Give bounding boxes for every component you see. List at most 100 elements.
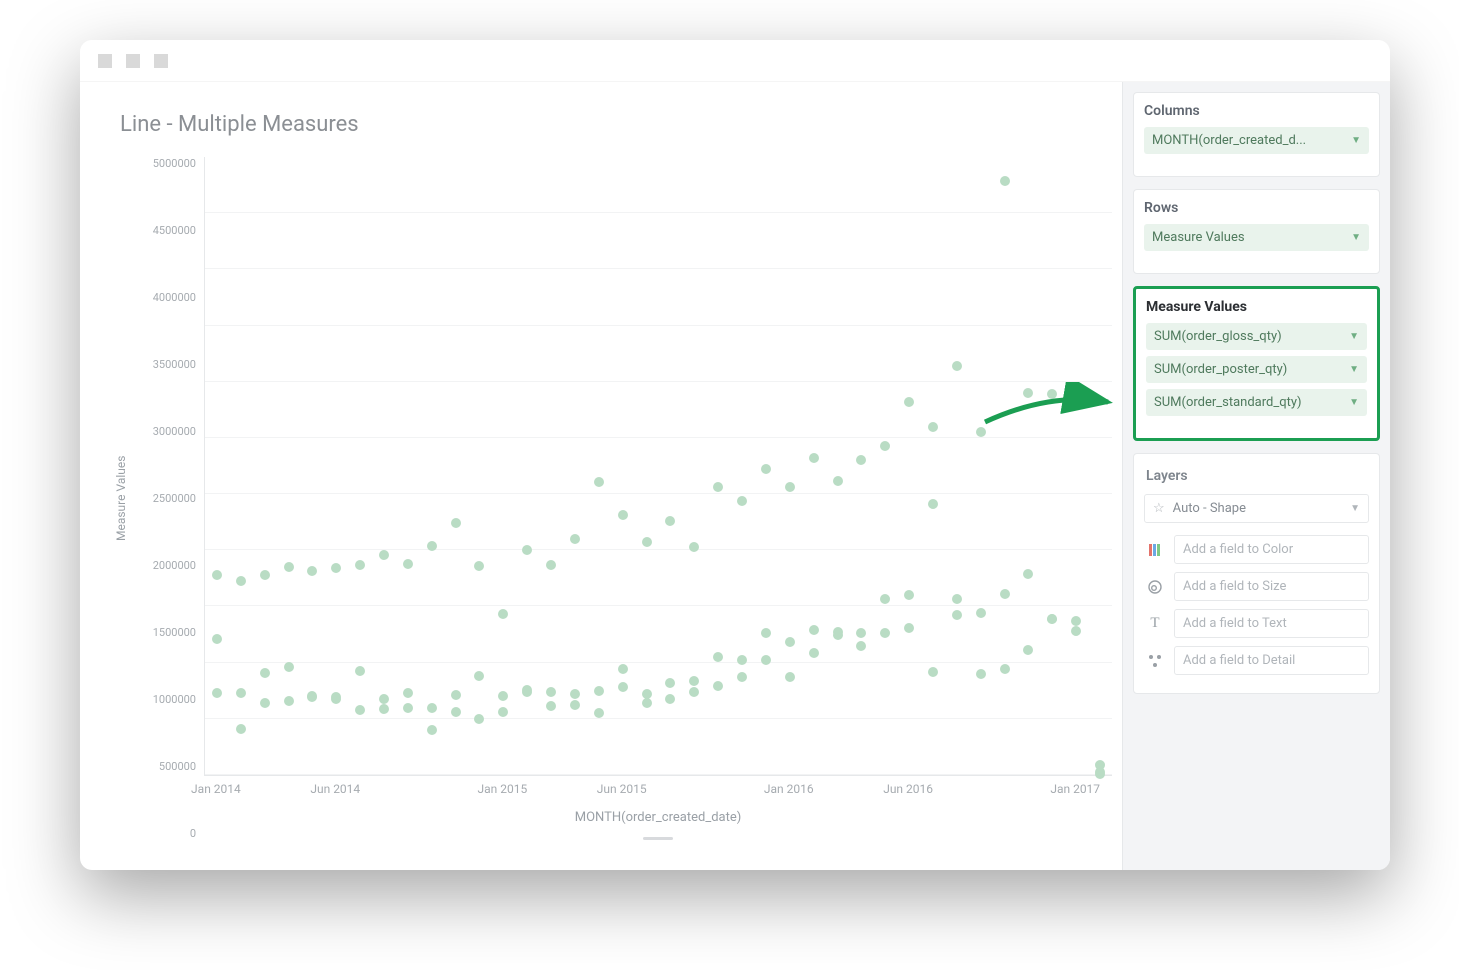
data-point[interactable]	[976, 427, 986, 437]
data-point[interactable]	[355, 666, 365, 676]
data-point[interactable]	[1023, 388, 1033, 398]
data-point[interactable]	[737, 655, 747, 665]
window-control[interactable]	[154, 54, 168, 68]
data-point[interactable]	[307, 566, 317, 576]
data-point[interactable]	[427, 541, 437, 551]
data-point[interactable]	[809, 453, 819, 463]
data-point[interactable]	[331, 692, 341, 702]
window-control[interactable]	[126, 54, 140, 68]
data-point[interactable]	[880, 594, 890, 604]
data-point[interactable]	[856, 628, 866, 638]
data-point[interactable]	[785, 482, 795, 492]
data-point[interactable]	[904, 397, 914, 407]
data-point[interactable]	[546, 701, 556, 711]
layer-field-input-size[interactable]: Add a field to Size	[1174, 572, 1369, 601]
data-point[interactable]	[737, 672, 747, 682]
data-point[interactable]	[809, 648, 819, 658]
data-point[interactable]	[976, 669, 986, 679]
data-point[interactable]	[928, 422, 938, 432]
data-point[interactable]	[689, 687, 699, 697]
data-point[interactable]	[379, 704, 389, 714]
data-point[interactable]	[904, 623, 914, 633]
data-point[interactable]	[427, 725, 437, 735]
data-point[interactable]	[928, 667, 938, 677]
data-point[interactable]	[474, 671, 484, 681]
data-point[interactable]	[785, 637, 795, 647]
data-point[interactable]	[355, 705, 365, 715]
data-point[interactable]	[594, 686, 604, 696]
chart-footer-handle[interactable]	[643, 837, 673, 840]
data-point[interactable]	[403, 688, 413, 698]
data-point[interactable]	[284, 662, 294, 672]
layer-field-input-detail[interactable]: Add a field to Detail	[1174, 646, 1369, 675]
data-point[interactable]	[713, 482, 723, 492]
data-point[interactable]	[856, 641, 866, 651]
data-point[interactable]	[284, 696, 294, 706]
data-point[interactable]	[689, 676, 699, 686]
data-point[interactable]	[1000, 176, 1010, 186]
data-point[interactable]	[713, 652, 723, 662]
data-point[interactable]	[307, 692, 317, 702]
data-point[interactable]	[570, 534, 580, 544]
data-point[interactable]	[833, 476, 843, 486]
data-point[interactable]	[665, 678, 675, 688]
data-point[interactable]	[737, 496, 747, 506]
data-point[interactable]	[904, 590, 914, 600]
data-point[interactable]	[713, 681, 723, 691]
data-point[interactable]	[236, 576, 246, 586]
window-control[interactable]	[98, 54, 112, 68]
measure-value-pill[interactable]: SUM(order_gloss_qty)▼	[1146, 323, 1367, 350]
data-point[interactable]	[761, 464, 771, 474]
data-point[interactable]	[379, 550, 389, 560]
data-point[interactable]	[570, 700, 580, 710]
layer-type-select[interactable]: ☆ Auto - Shape ▼	[1144, 494, 1369, 523]
data-point[interactable]	[856, 455, 866, 465]
data-point[interactable]	[880, 628, 890, 638]
data-point[interactable]	[952, 610, 962, 620]
data-point[interactable]	[236, 688, 246, 698]
data-point[interactable]	[665, 516, 675, 526]
data-point[interactable]	[379, 694, 389, 704]
measure-value-pill[interactable]: SUM(order_standard_qty)▼	[1146, 389, 1367, 416]
data-point[interactable]	[212, 688, 222, 698]
data-point[interactable]	[833, 627, 843, 637]
data-point[interactable]	[474, 714, 484, 724]
data-point[interactable]	[1071, 392, 1081, 402]
data-point[interactable]	[212, 634, 222, 644]
data-point[interactable]	[260, 668, 270, 678]
data-point[interactable]	[618, 682, 628, 692]
data-point[interactable]	[761, 655, 771, 665]
data-point[interactable]	[212, 570, 222, 580]
data-point[interactable]	[594, 477, 604, 487]
data-point[interactable]	[1023, 569, 1033, 579]
data-point[interactable]	[427, 703, 437, 713]
layer-field-input-text[interactable]: Add a field to Text	[1174, 609, 1369, 638]
data-point[interactable]	[236, 724, 246, 734]
layer-field-input-color[interactable]: Add a field to Color	[1174, 535, 1369, 564]
rows-pill[interactable]: Measure Values ▼	[1144, 224, 1369, 251]
scatter-plot[interactable]	[204, 157, 1112, 776]
data-point[interactable]	[642, 537, 652, 547]
data-point[interactable]	[952, 594, 962, 604]
data-point[interactable]	[498, 691, 508, 701]
data-point[interactable]	[952, 361, 962, 371]
data-point[interactable]	[665, 694, 675, 704]
data-point[interactable]	[594, 708, 604, 718]
data-point[interactable]	[403, 559, 413, 569]
data-point[interactable]	[546, 560, 556, 570]
data-point[interactable]	[522, 545, 532, 555]
data-point[interactable]	[761, 628, 771, 638]
data-point[interactable]	[785, 672, 795, 682]
data-point[interactable]	[809, 625, 819, 635]
data-point[interactable]	[522, 685, 532, 695]
data-point[interactable]	[642, 689, 652, 699]
data-point[interactable]	[260, 698, 270, 708]
data-point[interactable]	[403, 703, 413, 713]
data-point[interactable]	[880, 441, 890, 451]
data-point[interactable]	[1000, 589, 1010, 599]
data-point[interactable]	[642, 698, 652, 708]
data-point[interactable]	[284, 562, 294, 572]
data-point[interactable]	[546, 687, 556, 697]
data-point[interactable]	[498, 609, 508, 619]
data-point[interactable]	[451, 707, 461, 717]
